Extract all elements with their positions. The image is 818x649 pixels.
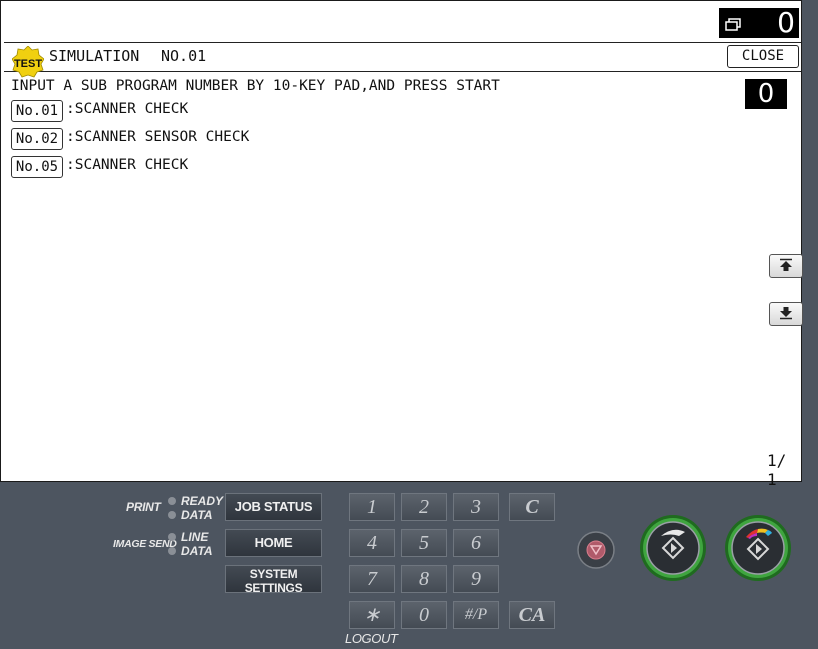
copy-stack-icon — [725, 16, 741, 31]
image-send-label: IMAGE SEND — [113, 538, 177, 550]
send-data-label: DATA — [181, 544, 213, 558]
program-button-05[interactable]: No.05 — [11, 156, 63, 178]
color-start-button[interactable] — [724, 514, 792, 582]
bw-start-icon — [640, 515, 706, 581]
program-description: :SCANNER CHECK — [66, 101, 189, 117]
key-2[interactable]: 2 — [401, 493, 447, 521]
scroll-up-arrow-icon — [780, 258, 792, 271]
line-led-icon — [168, 533, 176, 541]
job-status-button[interactable]: JOB STATUS — [225, 493, 322, 521]
clear-key[interactable]: C — [509, 493, 555, 521]
test-mode-badge: TEST — [12, 46, 44, 78]
system-settings-button[interactable]: SYSTEM SETTINGS — [225, 565, 322, 595]
asterisk-key[interactable]: ∗ — [349, 601, 395, 629]
ready-label: READY — [181, 494, 224, 508]
key-6[interactable]: 6 — [453, 529, 499, 557]
key-9[interactable]: 9 — [453, 565, 499, 593]
stop-icon — [577, 531, 615, 569]
program-key[interactable]: #/P — [453, 601, 499, 629]
bw-start-button[interactable] — [639, 514, 707, 582]
simulation-header: TEST SIMULATION NO.01 CLOSE — [4, 42, 801, 78]
scroll-up-button[interactable] — [769, 254, 803, 278]
test-badge-label: TEST — [14, 58, 42, 70]
home-button[interactable]: HOME — [225, 529, 322, 557]
program-button-01[interactable]: No.01 — [11, 100, 63, 122]
print-data-led-icon — [168, 511, 176, 519]
job-status-label: JOB STATUS — [234, 499, 313, 514]
system-settings-label-1: SYSTEM — [249, 567, 298, 581]
program-button-02[interactable]: No.02 — [11, 128, 63, 150]
color-start-icon — [725, 515, 791, 581]
close-button[interactable]: CLOSE — [727, 45, 799, 68]
program-description: :SCANNER CHECK — [66, 157, 189, 173]
logout-label: LOGOUT — [345, 631, 398, 646]
instruction-text: INPUT A SUB PROGRAM NUMBER BY 10-KEY PAD… — [11, 78, 500, 94]
touch-screen: 0 TEST SIMULATION NO.01 CLOSE INPUT A SU… — [0, 0, 803, 489]
key-3[interactable]: 3 — [453, 493, 499, 521]
line-label: LINE — [181, 530, 209, 544]
ready-led-icon — [168, 497, 176, 505]
stop-button[interactable] — [577, 531, 615, 569]
simulation-title: SIMULATION — [49, 47, 140, 65]
print-label: PRINT — [126, 500, 161, 514]
print-data-label: DATA — [181, 508, 213, 522]
page-indicator: 1/ 1 — [767, 451, 787, 489]
system-settings-label-2: SETTINGS — [244, 581, 303, 595]
send-data-led-icon — [168, 547, 176, 555]
key-4[interactable]: 4 — [349, 529, 395, 557]
clear-all-key[interactable]: CA — [509, 601, 555, 629]
home-label: HOME — [254, 535, 293, 550]
sub-program-input: 0 — [745, 79, 787, 109]
key-0[interactable]: 0 — [401, 601, 447, 629]
key-7[interactable]: 7 — [349, 565, 395, 593]
simulation-number: NO.01 — [161, 47, 207, 65]
copy-counter: 0 — [719, 8, 799, 38]
scroll-down-button[interactable] — [769, 302, 803, 326]
scroll-down-arrow-icon — [780, 307, 792, 320]
program-description: :SCANNER SENSOR CHECK — [66, 129, 250, 145]
counter-value: 0 — [777, 6, 795, 39]
key-8[interactable]: 8 — [401, 565, 447, 593]
key-5[interactable]: 5 — [401, 529, 447, 557]
key-1[interactable]: 1 — [349, 493, 395, 521]
